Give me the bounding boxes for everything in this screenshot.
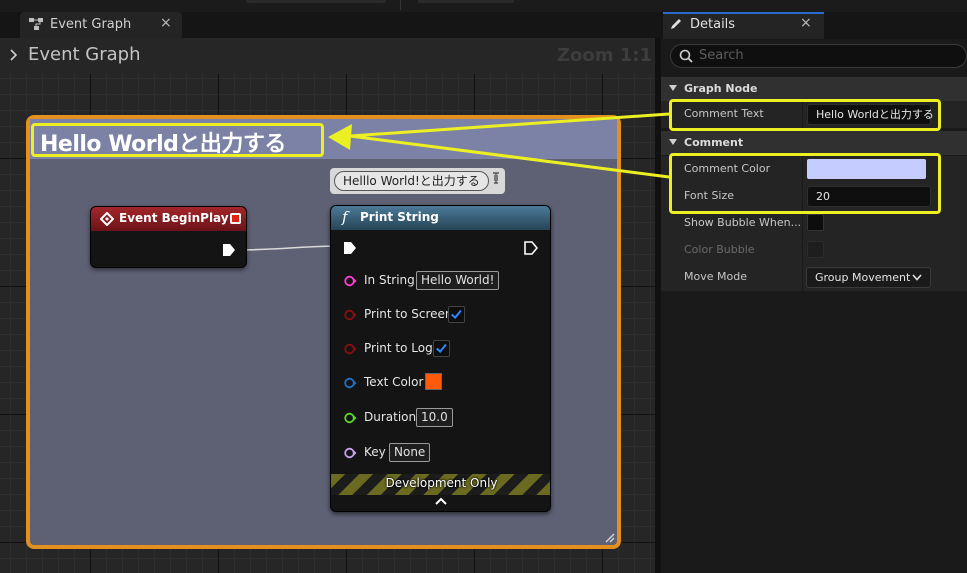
chevron-up-icon[interactable] — [435, 497, 447, 505]
tab-details[interactable]: Details × — [663, 12, 824, 39]
graph-title: Event Graph — [28, 44, 141, 65]
bubble-text: Helllo World!と出力する — [334, 171, 489, 191]
highlight-comment-text-row — [669, 99, 941, 131]
highlight-comment-title — [31, 123, 324, 157]
toolbar-separator — [400, 0, 401, 10]
bool-pin-icon[interactable] — [344, 309, 357, 321]
print-string-node[interactable]: f Print String In String Hello World! Pr… — [330, 205, 551, 512]
print-to-screen-checkbox[interactable] — [448, 306, 465, 323]
column-divider — [802, 237, 803, 264]
toolbar-field[interactable] — [418, 0, 514, 3]
chevron-down-icon — [669, 85, 677, 91]
pin-print-to-log: Print to Log — [331, 339, 550, 359]
pin-text-color: Text Color — [331, 373, 550, 393]
pencil-icon — [671, 19, 681, 29]
details-search[interactable]: Search — [670, 44, 967, 68]
graph-breadcrumb-bar: Event Graph Zoom 1:1 — [0, 38, 660, 74]
zoom-level: Zoom 1:1 — [556, 45, 652, 66]
tab-active-indicator — [663, 12, 824, 14]
close-icon[interactable]: × — [800, 15, 812, 31]
tab-label: Details — [690, 17, 736, 32]
print-to-log-checkbox[interactable] — [433, 340, 450, 357]
resize-handle-icon[interactable] — [603, 531, 615, 543]
graph-icon — [29, 18, 43, 30]
struct-pin-icon[interactable] — [344, 377, 357, 389]
node-header[interactable]: Event BeginPlay — [91, 207, 246, 231]
bool-pin-icon[interactable] — [344, 343, 357, 355]
text-color-swatch[interactable] — [425, 373, 442, 390]
pin-label: Duration — [364, 410, 417, 424]
node-title: Event BeginPlay — [119, 211, 229, 225]
comment-bubble[interactable]: Helllo World!と出力する — [330, 168, 505, 194]
search-icon — [679, 49, 693, 63]
column-divider — [802, 210, 803, 237]
development-only-bar: Development Only — [331, 474, 550, 495]
details-tab-bar: Details × — [661, 12, 967, 39]
property-label: Show Bubble When... — [684, 216, 802, 229]
move-mode-dropdown[interactable]: Group Movement — [806, 267, 931, 288]
column-divider — [802, 264, 803, 291]
key-input[interactable]: None — [389, 443, 431, 462]
category-graph-node[interactable]: Graph Node — [661, 77, 967, 101]
pin-icon[interactable] — [491, 170, 501, 190]
graph-tab-bar: Event Graph × — [0, 12, 660, 38]
tab-label: Event Graph — [50, 17, 132, 32]
close-icon[interactable]: × — [160, 15, 172, 31]
delegate-pin-icon[interactable] — [230, 213, 241, 224]
pin-duration: Duration 10.0 — [331, 408, 550, 428]
checkmark-icon — [451, 309, 462, 319]
property-label: Move Mode — [684, 270, 747, 283]
in-string-input[interactable]: Hello World! — [416, 271, 500, 290]
pin-label: Text Color — [364, 375, 424, 389]
category-label: Graph Node — [684, 82, 758, 95]
pin-label: Key — [364, 445, 386, 459]
exec-output-pin-icon[interactable] — [524, 241, 538, 255]
chevron-right-icon[interactable] — [10, 49, 18, 61]
exec-input-pin-icon[interactable] — [343, 241, 357, 255]
chevron-down-icon — [912, 274, 922, 281]
pin-label: Print to Screen — [364, 307, 453, 321]
tab-event-graph[interactable]: Event Graph × — [20, 12, 182, 38]
category-comment[interactable]: Comment — [661, 131, 967, 155]
pin-label: Print to Log — [364, 341, 433, 355]
chevron-down-icon — [669, 139, 677, 145]
move-mode-value: Group Movement — [815, 271, 911, 284]
development-only-label: Development Only — [385, 476, 498, 490]
row-color-bubble: Color Bubble — [661, 237, 967, 264]
duration-input[interactable]: 10.0 — [416, 408, 453, 427]
search-placeholder: Search — [699, 48, 744, 63]
event-beginplay-node[interactable]: Event BeginPlay — [90, 206, 247, 268]
node-header[interactable]: f Print String — [331, 206, 550, 230]
pin-key: Key None — [331, 443, 550, 463]
pin-label: In String — [364, 273, 415, 287]
node-title: Print String — [360, 210, 439, 224]
property-label: Color Bubble — [684, 243, 755, 256]
pin-print-to-screen: Print to Screen — [331, 305, 550, 325]
float-pin-icon[interactable] — [344, 412, 357, 424]
name-pin-icon[interactable] — [344, 447, 357, 459]
checkmark-icon — [436, 343, 447, 353]
event-diamond-icon — [100, 212, 114, 226]
top-toolbar-strip — [0, 0, 967, 12]
category-label: Comment — [684, 136, 744, 149]
pin-in-string: In String Hello World! — [331, 271, 550, 291]
function-icon: f — [342, 208, 348, 226]
row-move-mode: Move Mode Group Movement — [661, 264, 967, 291]
highlight-comment-style-rows — [669, 153, 941, 214]
exec-output-pin-icon[interactable] — [222, 243, 236, 257]
color-bubble-checkbox[interactable] — [807, 241, 824, 258]
show-bubble-checkbox[interactable] — [807, 214, 824, 231]
toolbar-field[interactable] — [246, 0, 386, 3]
string-pin-icon[interactable] — [344, 275, 357, 287]
row-show-bubble: Show Bubble When... — [661, 210, 967, 237]
